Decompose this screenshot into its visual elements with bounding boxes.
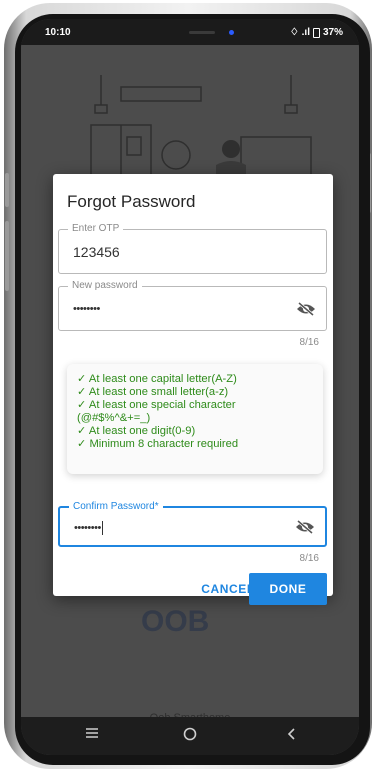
rule-digit: ✓ At least one digit(0-9) (77, 425, 196, 437)
confirm-password-counter: 8/16 (299, 553, 319, 564)
confirm-password-dots: •••••••• (74, 521, 101, 534)
confirm-password-field[interactable]: Confirm Password* •••••••• (58, 501, 327, 547)
text-caret (101, 521, 103, 535)
battery-icon (312, 27, 320, 38)
dialog-title: Forgot Password (67, 192, 196, 211)
confirm-password-label: Confirm Password* (69, 501, 163, 512)
speaker-slot (189, 31, 215, 34)
navigation-bar (21, 717, 359, 755)
menu-icon[interactable] (85, 727, 99, 743)
status-time: 10:10 (45, 27, 71, 38)
rule-small: ✓ At least one small letter(a-z) (77, 386, 229, 398)
back-icon[interactable] (286, 727, 296, 745)
screen: 10:10 ♢ .ıl 37% OOB Oob Smarthome (21, 19, 359, 755)
new-password-counter: 8/16 (299, 337, 319, 348)
rule-special: ✓ At least one special character (77, 399, 236, 411)
battery-percent: 37% (322, 27, 343, 38)
otp-value: 123456 (73, 244, 120, 260)
home-icon[interactable] (183, 727, 197, 745)
volume-up-button (5, 173, 9, 207)
rule-capital: ✓ At least one capital letter(A-Z) (77, 373, 237, 385)
new-password-label: New password (68, 280, 142, 291)
status-indicators: ♢ .ıl 37% (290, 27, 343, 38)
rule-special-chars: (@#$%^&+=_) (77, 412, 151, 424)
eye-off-icon[interactable] (295, 519, 315, 535)
signal-icon: ♢ .ıl (289, 27, 310, 38)
background-logo: OOB (141, 605, 210, 638)
volume-down-button (5, 221, 9, 291)
new-password-field[interactable]: New password •••••••• (58, 280, 327, 331)
new-password-value: •••••••• (73, 303, 100, 315)
eye-off-icon[interactable] (296, 301, 316, 317)
status-bar: 10:10 ♢ .ıl 37% (21, 19, 359, 45)
done-button[interactable]: DONE (249, 573, 327, 605)
forgot-password-dialog: Forgot Password Enter OTP 123456 New pas… (53, 174, 333, 605)
rule-min-length: ✓ Minimum 8 character required (77, 438, 239, 450)
otp-label: Enter OTP (68, 223, 124, 234)
password-rules: ✓ At least one capital letter(A-Z) ✓ At … (67, 364, 323, 474)
front-camera (229, 30, 234, 35)
otp-field[interactable]: Enter OTP 123456 (58, 223, 327, 274)
confirm-password-value: •••••••• (74, 521, 103, 535)
